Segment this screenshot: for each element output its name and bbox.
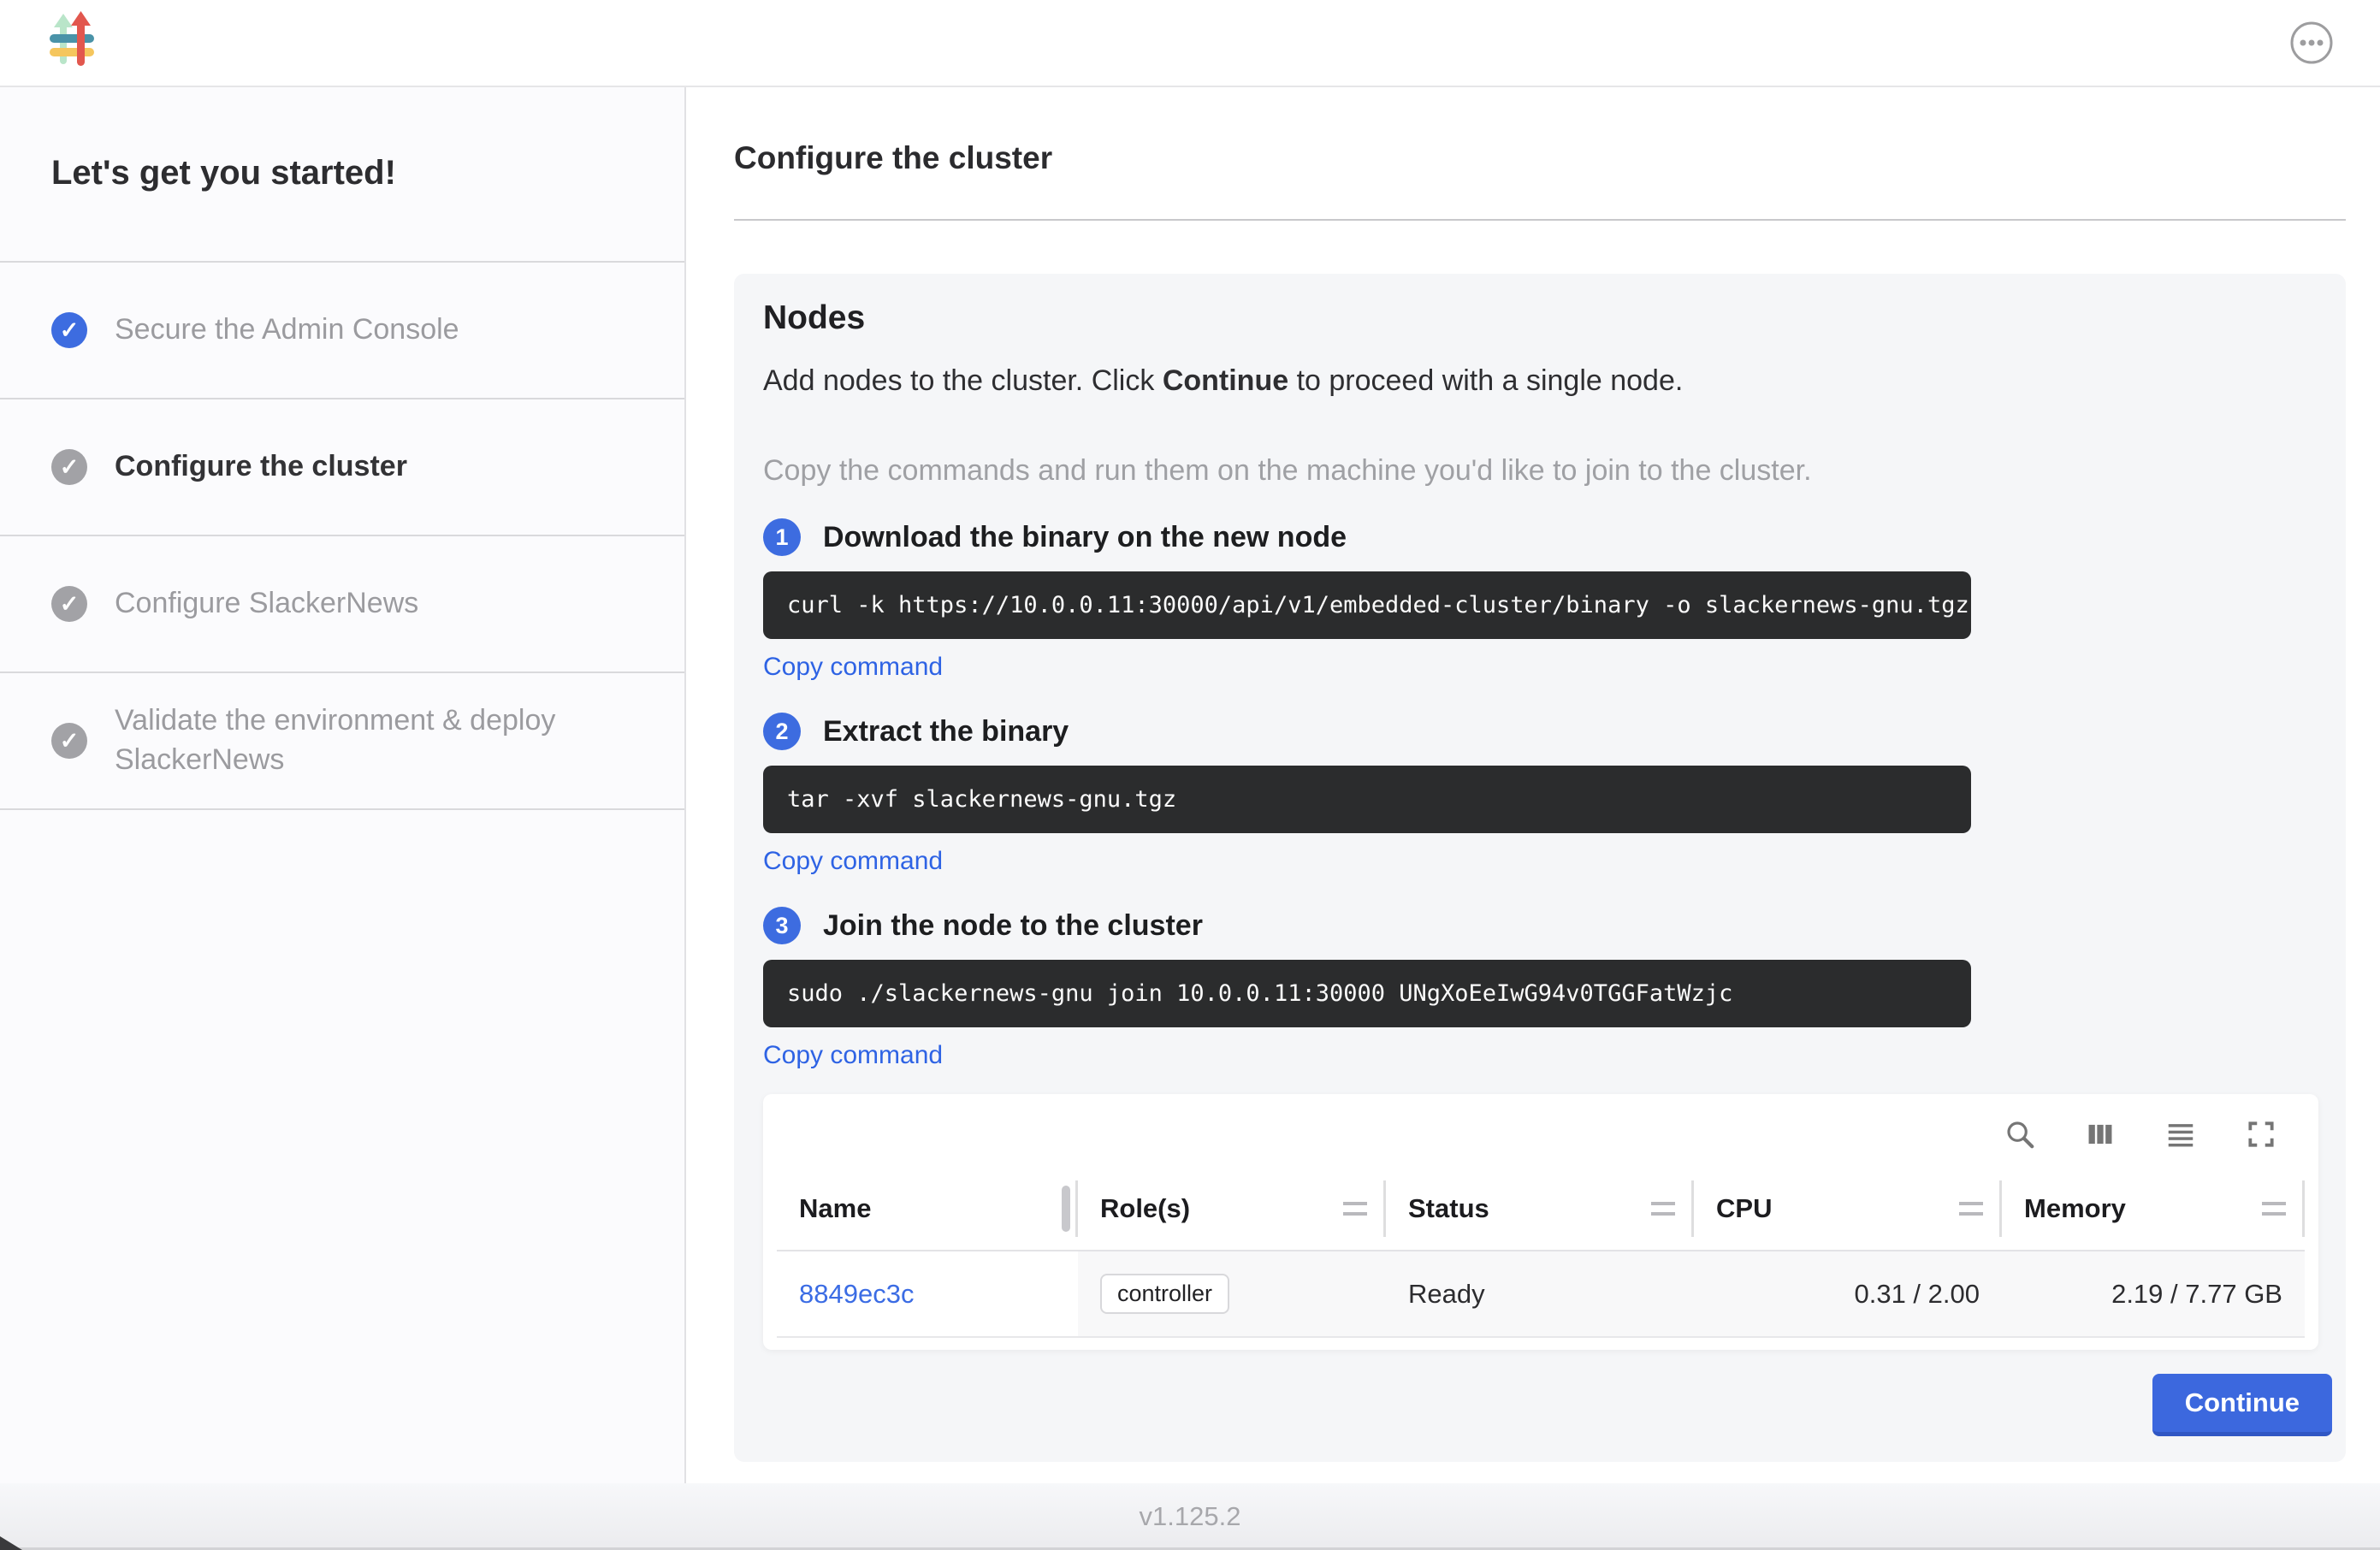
- node-memory-cell: 2.19 / 7.77 GB: [2002, 1251, 2305, 1337]
- continue-button[interactable]: Continue: [2152, 1374, 2332, 1436]
- check-circle-icon: ✓: [51, 312, 87, 348]
- copy-command-link-3[interactable]: Copy command: [763, 1041, 943, 1070]
- nodes-card: Nodes Add nodes to the cluster. Click Co…: [734, 274, 2346, 1462]
- column-header-name[interactable]: Name: [777, 1168, 1078, 1251]
- command-code-block-3: sudo ./slackernews-gnu join 10.0.0.11:30…: [763, 960, 1971, 1027]
- role-chip: controller: [1100, 1274, 1229, 1314]
- sidebar-item-validate-deploy[interactable]: ✓ Validate the environment & deploy Slac…: [0, 671, 684, 808]
- search-icon[interactable]: [2002, 1116, 2038, 1152]
- drag-handle-icon[interactable]: [1651, 1202, 1675, 1216]
- setup-sidebar: Let's get you started! ✓ Secure the Admi…: [0, 87, 686, 1483]
- slackernews-logo-icon: [44, 11, 101, 75]
- title-divider: [734, 219, 2346, 221]
- join-instructions: Copy the commands and run them on the ma…: [763, 454, 2312, 488]
- command-step-title: Download the binary on the new node: [823, 521, 1347, 554]
- app-root: Let's get you started! ✓ Secure the Admi…: [0, 0, 2380, 1550]
- nodes-table-card: Name Role(s) Status CPU Memory 8849ec3c …: [763, 1094, 2318, 1350]
- table-toolbar: [777, 1109, 2305, 1168]
- step-number-badge: 1: [763, 518, 801, 556]
- drag-handle-icon[interactable]: [1959, 1202, 1983, 1216]
- sidebar-title: Let's get you started!: [0, 87, 684, 261]
- column-separator: [2302, 1180, 2305, 1237]
- sidebar-item-label: Configure SlackerNews: [115, 584, 418, 624]
- step-number-badge: 2: [763, 713, 801, 750]
- sidebar-item-configure-cluster[interactable]: ✓ Configure the cluster: [0, 398, 684, 535]
- copy-command-link-2[interactable]: Copy command: [763, 847, 943, 876]
- node-cpu-cell: 0.31 / 2.00: [1694, 1251, 2002, 1337]
- setup-step-list: ✓ Secure the Admin Console ✓ Configure t…: [0, 261, 684, 810]
- column-header-status[interactable]: Status: [1386, 1168, 1694, 1251]
- version-label: v1.125.2: [1140, 1501, 1241, 1532]
- drag-handle-icon[interactable]: [1343, 1202, 1367, 1216]
- cursor-artifact: [0, 1536, 22, 1550]
- column-scroll-thumb: [1062, 1186, 1070, 1232]
- top-bar: [0, 0, 2380, 87]
- nodes-heading: Nodes: [763, 299, 2312, 337]
- node-name-link[interactable]: 8849ec3c: [799, 1279, 914, 1309]
- command-code-block-1: curl -k https://10.0.0.11:30000/api/v1/e…: [763, 571, 1971, 639]
- column-header-cpu[interactable]: CPU: [1694, 1168, 2002, 1251]
- sidebar-item-label: Configure the cluster: [115, 447, 407, 487]
- node-roles-cell: controller: [1078, 1251, 1386, 1337]
- command-step-1-header: 1 Download the binary on the new node: [763, 518, 2312, 556]
- nodes-description: Add nodes to the cluster. Click Continue…: [763, 364, 2312, 398]
- continue-row: Continue: [763, 1350, 2332, 1436]
- check-circle-icon: ✓: [51, 586, 87, 622]
- check-circle-icon: ✓: [51, 449, 87, 485]
- column-header-memory[interactable]: Memory: [2002, 1168, 2305, 1251]
- column-header-roles[interactable]: Role(s): [1078, 1168, 1386, 1251]
- table-header-row: Name Role(s) Status CPU Memory: [777, 1168, 2305, 1251]
- main-panel: Configure the cluster Nodes Add nodes to…: [686, 87, 2380, 1483]
- command-step-title: Extract the binary: [823, 715, 1069, 748]
- density-icon[interactable]: [2163, 1116, 2199, 1152]
- sidebar-item-label: Secure the Admin Console: [115, 311, 459, 350]
- content-area: Let's get you started! ✓ Secure the Admi…: [0, 87, 2380, 1483]
- table-row: 8849ec3c controller Ready 0.31 / 2.00 2.…: [777, 1251, 2305, 1337]
- command-step-2-header: 2 Extract the binary: [763, 713, 2312, 750]
- nodes-table: Name Role(s) Status CPU Memory 8849ec3c …: [777, 1168, 2305, 1338]
- show-columns-icon[interactable]: [2082, 1116, 2118, 1152]
- command-step-3-header: 3 Join the node to the cluster: [763, 907, 2312, 944]
- page-title: Configure the cluster: [734, 140, 2346, 176]
- app-footer: v1.125.2: [0, 1483, 2380, 1550]
- ellipsis-menu-icon[interactable]: [2288, 19, 2336, 67]
- sidebar-item-configure-slackernews[interactable]: ✓ Configure SlackerNews: [0, 535, 684, 671]
- command-step-title: Join the node to the cluster: [823, 909, 1203, 943]
- command-code-block-2: tar -xvf slackernews-gnu.tgz: [763, 766, 1971, 833]
- copy-command-link-1[interactable]: Copy command: [763, 653, 943, 682]
- check-circle-icon: ✓: [51, 723, 87, 759]
- sidebar-item-label: Validate the environment & deploy Slacke…: [115, 701, 625, 780]
- fullscreen-icon[interactable]: [2243, 1116, 2279, 1152]
- step-number-badge: 3: [763, 907, 801, 944]
- node-name-cell: 8849ec3c: [777, 1251, 1078, 1337]
- drag-handle-icon[interactable]: [2262, 1202, 2286, 1216]
- node-status-cell: Ready: [1386, 1251, 1694, 1337]
- sidebar-item-secure-admin-console[interactable]: ✓ Secure the Admin Console: [0, 261, 684, 398]
